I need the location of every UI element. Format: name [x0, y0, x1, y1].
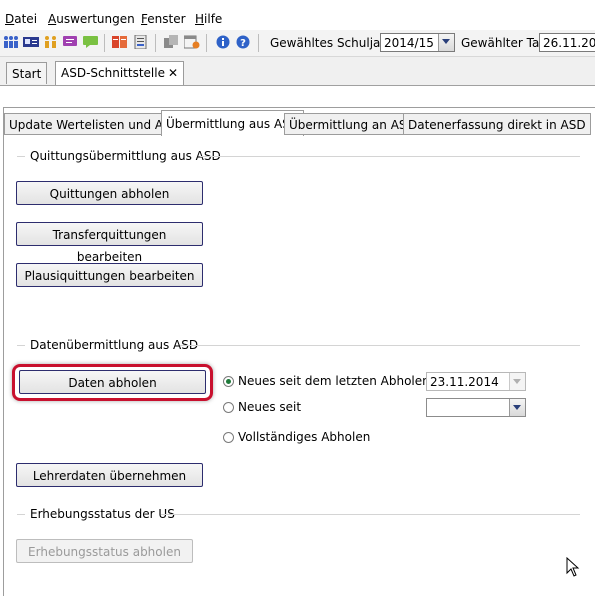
chevron-down-icon[interactable] — [438, 34, 454, 51]
school-year-value: 2014/15 — [384, 36, 434, 50]
since-date-field[interactable] — [426, 398, 526, 417]
asd-interface-panel: Update Wertelisten und ASV Übermittlung … — [0, 86, 595, 596]
svg-text:?: ? — [240, 38, 246, 49]
report-icon[interactable] — [133, 35, 149, 49]
radio-button[interactable] — [223, 376, 234, 387]
plausiquittungen-button[interactable]: Plausiquittungen bearbeiten — [16, 263, 203, 287]
section-title-quittung: Quittungsübermittlung aus ASD — [30, 149, 221, 163]
class-chat-icon[interactable] — [63, 35, 79, 49]
calendar-alert-icon[interactable] — [184, 35, 200, 49]
menu-datei[interactable]: Datei — [5, 12, 37, 26]
menu-bar: Datei Auswertungen Fenster Hilfe — [0, 0, 595, 30]
tab-asd-schnittstelle[interactable]: ASD-Schnittstelle ✕ — [55, 61, 185, 85]
tab-uebermittlung-aus-asd[interactable]: Übermittlung aus ASD — [161, 110, 305, 136]
transferquittungen-button[interactable]: Transferquittungen bearbeiten — [16, 222, 203, 264]
id-card-icon[interactable] — [23, 35, 39, 49]
close-icon[interactable]: ✕ — [168, 66, 178, 80]
lehrerdaten-uebernehmen-button[interactable]: Lehrerdaten übernehmen — [16, 463, 203, 487]
selected-day-value: 26.11.2014 — [543, 36, 595, 50]
toolbar: ? Gewähltes Schuljahr 2014/15 Gewählter … — [0, 30, 595, 57]
message-icon[interactable] — [83, 35, 99, 49]
tab-update-wertelisten[interactable]: Update Wertelisten und ASV — [4, 113, 184, 135]
teachers-icon[interactable] — [43, 35, 59, 49]
option-neues-seit[interactable]: Neues seit — [223, 400, 301, 414]
last-fetch-date-field: 23.11.2014 — [426, 372, 526, 391]
students-icon[interactable] — [3, 35, 19, 49]
mouse-cursor-icon — [566, 557, 580, 577]
option-neues-seit-letztem[interactable]: Neues seit dem letzten Abholen am — [223, 374, 453, 388]
menu-auswertungen[interactable]: Auswertungen — [48, 12, 135, 26]
radio-button[interactable] — [223, 432, 234, 443]
chevron-down-icon[interactable] — [509, 399, 525, 416]
quittungen-abholen-button[interactable]: Quittungen abholen — [16, 181, 203, 205]
radio-button[interactable] — [223, 402, 234, 413]
selected-day-label: Gewählter Tag — [461, 36, 547, 50]
copy-icon[interactable] — [164, 35, 180, 49]
section-title-erhebung: Erhebungsstatus der US — [30, 507, 175, 521]
menu-hilfe[interactable]: Hilfe — [195, 12, 222, 26]
school-year-label: Gewähltes Schuljahr — [270, 36, 393, 50]
daten-abholen-button[interactable]: Daten abholen — [19, 370, 206, 394]
selected-day-field[interactable]: 26.11.2014 — [539, 33, 595, 52]
section-title-daten: Datenübermittlung aus ASD — [30, 338, 199, 352]
document-tab-bar: Start ASD-Schnittstelle ✕ — [0, 57, 595, 86]
school-year-select[interactable]: 2014/15 — [380, 33, 455, 52]
menu-fenster[interactable]: Fenster — [141, 12, 186, 26]
option-vollstaendiges-abholen[interactable]: Vollständiges Abholen — [223, 430, 370, 444]
help-icon[interactable]: ? — [235, 35, 251, 49]
tab-start[interactable]: Start — [6, 62, 48, 84]
info-icon[interactable] — [215, 35, 231, 49]
book-icon[interactable] — [112, 35, 128, 49]
erhebungsstatus-abholen-button[interactable]: Erhebungsstatus abholen — [16, 539, 193, 563]
tab-datenerfassung-direkt[interactable]: Datenerfassung direkt in ASD — [403, 113, 591, 135]
tab-uebermittlung-an-asd[interactable]: Übermittlung an ASD — [284, 113, 421, 135]
